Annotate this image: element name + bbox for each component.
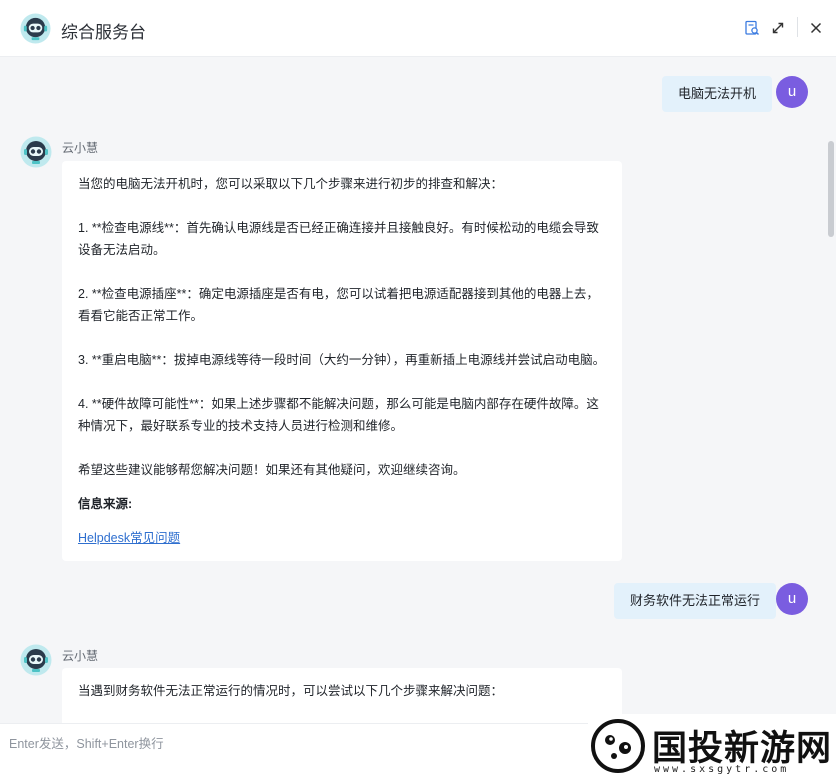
knowledge-search-icon[interactable] xyxy=(742,18,762,38)
app-title: 综合服务台 xyxy=(61,23,146,42)
bot-message-bubble: 当遇到财务软件无法正常运行的情况时，可以尝试以下几个步骤来解决问题： xyxy=(62,668,622,723)
answer-paragraph: 4. **硬件故障可能性**：如果上述步骤都不能解决问题，那么可能是电脑内部存在… xyxy=(78,397,599,433)
bot-name: 云小慧 xyxy=(62,141,99,155)
header-bar: 综合服务台 xyxy=(0,0,836,57)
watermark: 国投新游网 www.sxsgytr.com xyxy=(588,714,836,781)
user-message-bubble: 电脑无法开机 xyxy=(662,76,773,112)
user-message-bubble: 财务软件无法正常运行 xyxy=(614,583,777,619)
chat-messages[interactable]: 电脑无法开机 u 云小慧 当您的电脑无法开机时，您可以采取以下几个步骤来进行初步… xyxy=(0,57,836,723)
scrollbar-thumb[interactable] xyxy=(828,141,834,237)
source-link[interactable]: Helpdesk常见问题 xyxy=(78,531,180,545)
watermark-url: www.sxsgytr.com xyxy=(654,764,790,775)
answer-paragraph: 1. **检查电源线**：首先确认电源线是否已经正确连接并且接触良好。有时候松动… xyxy=(78,221,599,257)
bot-avatar-icon xyxy=(20,136,52,168)
answer-paragraph: 当您的电脑无法开机时，您可以采取以下几个步骤来进行初步的排查和解决： xyxy=(78,177,504,191)
user-avatar: u xyxy=(776,583,808,615)
bot-message-bubble: 当您的电脑无法开机时，您可以采取以下几个步骤来进行初步的排查和解决： 1. **… xyxy=(62,161,622,561)
bot-name: 云小慧 xyxy=(62,649,99,663)
answer-paragraph: 3. **重启电脑**：拔掉电源线等待一段时间（大约一分钟），再重新插上电源线并… xyxy=(78,353,606,367)
answer-paragraph: 当遇到财务软件无法正常运行的情况时，可以尝试以下几个步骤来解决问题： xyxy=(78,684,504,698)
source-title: 信息来源: xyxy=(78,497,133,511)
bot-avatar-icon xyxy=(20,644,52,676)
answer-paragraph: 希望这些建议能够帮您解决问题！如果还有其他疑问，欢迎继续咨询。 xyxy=(78,463,466,477)
robot-logo-icon xyxy=(20,13,51,44)
message-input[interactable] xyxy=(0,724,598,764)
watermark-logo-icon xyxy=(591,719,645,773)
user-avatar: u xyxy=(776,76,808,108)
close-icon[interactable] xyxy=(806,18,826,38)
answer-paragraph: 2. **检查电源插座**：确定电源插座是否有电，您可以试着把电源适配器接到其他… xyxy=(78,287,599,323)
expand-icon[interactable] xyxy=(768,18,788,38)
header-divider xyxy=(797,17,798,37)
